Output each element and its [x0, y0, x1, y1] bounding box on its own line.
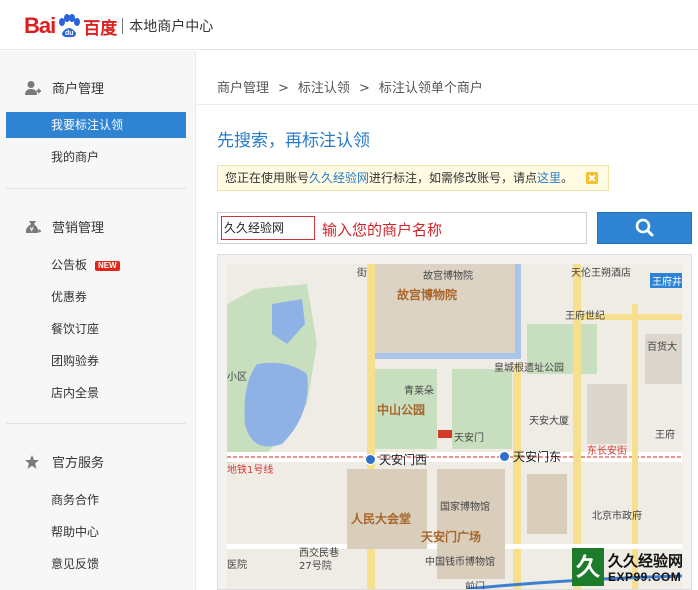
logo-baidu-cn: 百度	[83, 18, 118, 39]
map-label: 皇城根遗址公园	[494, 363, 564, 374]
map-label: 天安门	[454, 433, 484, 444]
breadcrumb-item[interactable]: 商户管理	[217, 81, 269, 96]
station-label: 天安门西	[379, 453, 428, 467]
notice-prefix: 您正在使用账号	[225, 171, 310, 185]
svg-text:¥: ¥	[30, 225, 35, 233]
map-label: 故宫博物院	[397, 288, 458, 302]
sidebar-item-feedback[interactable]: 意见反馈	[6, 551, 186, 577]
map-label: 王府	[655, 430, 675, 441]
map-label: 王府井	[650, 273, 682, 288]
search-box[interactable]: 久久经验网 输入您的商户名称	[217, 212, 587, 244]
sidebar-item-dining-reserve[interactable]: 餐饮订座	[6, 316, 186, 342]
baidu-logo[interactable]: Bai du 百度 本地商户中心	[24, 8, 213, 44]
sidebar-divider	[6, 188, 186, 189]
account-notice: 您正在使用账号久久经验网进行标注，如需修改账号，请点这里。	[217, 165, 609, 191]
map-label: 故宫博物院	[423, 271, 473, 282]
sidebar-item-help-center[interactable]: 帮助中心	[6, 519, 186, 545]
sidebar-item-label: 公告板	[51, 258, 88, 272]
map-label: 国家博物馆	[440, 502, 490, 513]
subway-icon	[499, 451, 510, 462]
map-label: 中国钱币博物馆	[425, 557, 495, 568]
search-input[interactable]: 久久经验网	[221, 216, 315, 240]
star-icon	[25, 454, 39, 469]
sidebar-item-bulletin[interactable]: 公告板 NEW	[6, 252, 186, 278]
map-label: 天伦王朔酒店	[571, 268, 631, 279]
map-label: 前门	[465, 582, 485, 590]
logo-bai-text: Bai	[24, 13, 56, 38]
breadcrumb-separator: >	[278, 81, 289, 96]
notice-account-link[interactable]: 久久经验网	[309, 171, 369, 185]
top-header: Bai du 百度 本地商户中心	[0, 0, 698, 50]
breadcrumb-separator: >	[358, 81, 370, 96]
map-label: 街	[357, 268, 367, 279]
subway-station: 天安门东	[499, 448, 561, 465]
subway-icon	[365, 454, 376, 465]
site-watermark: 久 久久经验网 EXP99.COM	[572, 548, 698, 590]
notice-suffix: 。	[561, 171, 574, 185]
notice-change-link[interactable]: 这里	[537, 171, 561, 185]
sidebar-group-marketing: ¥ 营销管理	[24, 217, 104, 236]
watermark-url: EXP99.COM	[608, 570, 682, 584]
sidebar-group-label: 商户管理	[52, 82, 105, 97]
sidebar-item-mark-claim[interactable]: 我要标注认领	[6, 112, 186, 138]
map-label: 人民大会堂	[351, 512, 412, 526]
baidu-paw-icon: du	[59, 14, 81, 38]
sidebar-group-label: 营销管理	[52, 221, 105, 236]
map-canvas[interactable]: 故宫博物院 故宫博物院 天伦王朔酒店 王府井 王府世纪 百货大 小区 皇城根遗址…	[227, 264, 682, 590]
logo-divider	[122, 18, 124, 34]
breadcrumb: 商户管理 > 标注认领 > 标注认领单个商户	[217, 77, 483, 96]
map-label: 北京市政府	[592, 511, 642, 522]
map-panel[interactable]: 故宫博物院 故宫博物院 天伦王朔酒店 王府井 王府世纪 百货大 小区 皇城根遗址…	[217, 254, 692, 590]
map-label: 中山公园	[377, 403, 426, 417]
user-manage-icon	[25, 80, 41, 95]
sidebar-divider	[6, 423, 186, 424]
map-label: 天安门广场	[421, 530, 482, 544]
map-label: 小区	[227, 372, 247, 383]
breadcrumb-divider	[197, 104, 698, 105]
sidebar: 商户管理 我要标注认领 我的商户 ¥ 营销管理 公告板 NEW 优惠券 餐饮订座 …	[0, 51, 196, 590]
search-hint-annotation: 输入您的商户名称	[322, 221, 443, 239]
subway-station: 天安门西	[365, 451, 427, 468]
sidebar-item-groupbuy-verify[interactable]: 团购验券	[6, 348, 186, 374]
logo-du-text: du	[65, 30, 74, 37]
sidebar-item-my-merchants[interactable]: 我的商户	[6, 144, 186, 170]
search-icon	[635, 218, 654, 237]
main-content: 商户管理 > 标注认领 > 标注认领单个商户 先搜索，再标注认领 您正在使用账号久久经验…	[197, 51, 698, 590]
sidebar-item-store-panorama[interactable]: 店内全景	[6, 380, 186, 406]
notice-middle: 进行标注，如需修改账号，请点	[369, 171, 538, 185]
map-label: 东长安街	[587, 446, 627, 457]
sidebar-item-business-coop[interactable]: 商务合作	[6, 487, 186, 513]
watermark-logo: 久	[572, 548, 604, 586]
watermark-title: 久久经验网	[608, 552, 684, 570]
map-label: 百货大	[647, 342, 677, 353]
breadcrumb-item[interactable]: 标注认领	[298, 81, 350, 96]
map-label: 青莱朵	[404, 386, 434, 397]
breadcrumb-current: 标注认领单个商户	[378, 81, 483, 96]
map-label: 王府世纪	[565, 311, 605, 322]
close-icon[interactable]	[586, 172, 598, 184]
sidebar-item-coupons[interactable]: 优惠券	[6, 284, 186, 310]
money-bag-icon: ¥	[25, 220, 41, 233]
map-label: 医院	[227, 560, 247, 571]
station-label: 天安门东	[513, 450, 562, 464]
app-subtitle: 本地商户中心	[129, 19, 214, 35]
sidebar-group-merchant-manage: 商户管理	[24, 78, 104, 97]
map-label: 天安大厦	[529, 416, 569, 427]
page-title: 先搜索，再标注认领	[217, 131, 370, 151]
new-badge: NEW	[95, 261, 120, 271]
sidebar-group-label: 官方服务	[52, 456, 105, 471]
map-label: 西交民巷27号院	[299, 548, 339, 572]
search-button[interactable]	[597, 212, 692, 244]
sidebar-group-official-services: 官方服务	[24, 452, 104, 471]
map-label: 地铁1号线	[227, 465, 274, 476]
